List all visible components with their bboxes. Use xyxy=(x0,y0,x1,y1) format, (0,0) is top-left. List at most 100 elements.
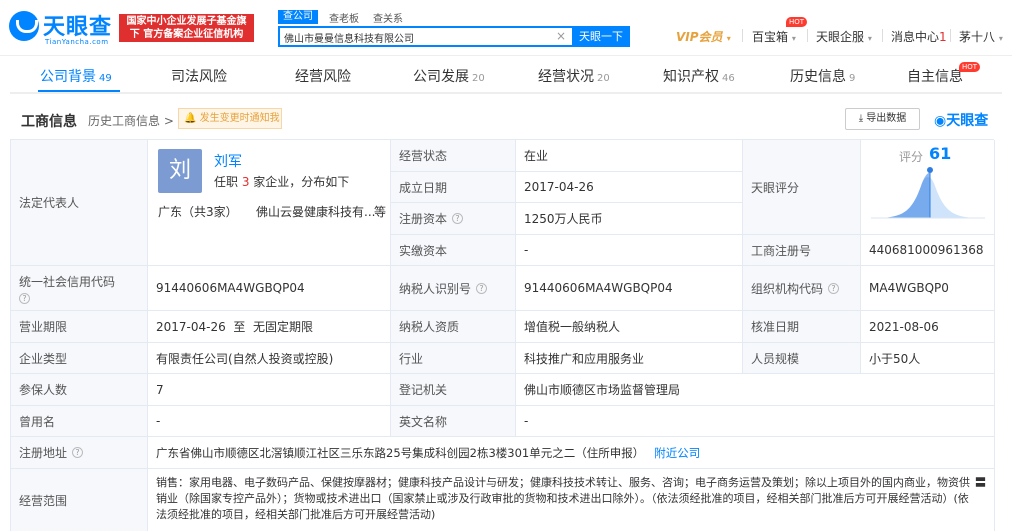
top-header: 天眼查 TianYancha.com 国家中小企业发展子基金旗下 官方备案企业征… xyxy=(0,0,1012,56)
taxpayer-value: 增值税一般纳税人 xyxy=(516,311,743,343)
export-data-button[interactable]: ⤓ 导出数据 xyxy=(845,108,920,130)
nearby-companies-link[interactable]: 附近公司 xyxy=(654,445,700,461)
site-logo[interactable]: 天眼查 TianYancha.com xyxy=(9,9,114,47)
legal-rep-more: 等 xyxy=(374,205,387,219)
paid-capital-value: - xyxy=(516,235,743,266)
founded-value: 2017-04-26 xyxy=(516,172,743,203)
tab-company-development[interactable]: 公司发展 20 xyxy=(413,66,485,86)
avatar[interactable]: 刘 xyxy=(158,149,202,193)
company-type-label: 企业类型 xyxy=(11,343,148,374)
reg-no-label: 工商注册号 xyxy=(743,235,861,266)
former-name-value: - xyxy=(148,406,391,437)
former-name-label: 曾用名 xyxy=(11,406,148,437)
authority-label: 登记机关 xyxy=(391,374,516,406)
collapse-icon[interactable]: 〓 xyxy=(975,475,986,491)
legal-rep-company[interactable]: 佛山云曼健康科技有... xyxy=(256,203,375,220)
help-icon[interactable]: ? xyxy=(72,447,84,458)
address-value: 广东省佛山市顺德区北滘镇顺江社区三乐东路25号集成科创园2栋3楼301单元之二（… xyxy=(148,437,995,469)
history-business-link[interactable]: 历史工商信息 > xyxy=(88,112,174,129)
message-center-link[interactable]: 消息中心1 xyxy=(891,28,947,45)
chevron-down-icon: ▾ xyxy=(867,34,872,43)
tab-operating-risk[interactable]: 经营风险 xyxy=(295,66,351,86)
tab-history-info[interactable]: 历史信息 9 xyxy=(790,66,855,86)
baibao-link[interactable]: 百宝箱 ▾ xyxy=(752,28,796,45)
official-badge: 国家中小企业发展子基金旗下 官方备案企业征信机构 xyxy=(119,14,254,42)
staff-size-label: 人员规模 xyxy=(743,343,861,374)
score-marker-dot xyxy=(927,167,933,173)
logo-subtext: TianYancha.com xyxy=(45,38,109,46)
paid-capital-label: 实缴资本 xyxy=(391,235,516,266)
company-tabs: 公司背景 49 司法风险 经营风险 公司发展 20 经营状况 20 知识产权 46 历史… xyxy=(10,62,1002,94)
hot-badge: HOT xyxy=(786,17,808,27)
tianyan-score-label: 天眼评分 xyxy=(743,140,861,235)
tab-judicial-risk[interactable]: 司法风险 xyxy=(171,66,227,86)
org-code-label: 组织机构代码? xyxy=(743,266,861,311)
tab-company-background[interactable]: 公司背景 49 xyxy=(40,66,112,86)
vip-link[interactable]: VIP会员 ▾ xyxy=(676,28,731,45)
logo-eye-icon: ◉ xyxy=(934,113,947,129)
english-name-value: - xyxy=(516,406,995,437)
search-tab-relation[interactable]: 查关系 xyxy=(373,10,403,25)
taxid-value: 91440606MA4WGBQP04 xyxy=(516,266,743,311)
english-name-label: 英文名称 xyxy=(391,406,516,437)
tab-hot-badge: HOT xyxy=(959,62,981,72)
score-value: 61 xyxy=(929,144,952,163)
help-icon[interactable]: ? xyxy=(452,213,464,224)
enterprise-service-link[interactable]: 天眼企服 ▾ xyxy=(816,28,872,45)
search-button[interactable]: 天眼一下 xyxy=(572,26,630,47)
legal-rep-label: 法定代表人 xyxy=(11,140,148,266)
business-info-table: 法定代表人 刘 刘军 任职 3 家企业，分布如下 广东（共3家） 佛山云曼健康科… xyxy=(10,139,995,531)
help-icon[interactable]: ? xyxy=(19,292,30,304)
chevron-down-icon: ▾ xyxy=(998,34,1003,43)
term-label: 营业期限 xyxy=(11,311,148,343)
legal-rep-name[interactable]: 刘军 xyxy=(214,151,242,171)
capital-value: 1250万人民币 xyxy=(516,203,743,235)
address-text: 广东省佛山市顺德区北滘镇顺江社区三乐东路25号集成科创园2栋3楼301单元之二（… xyxy=(156,445,645,460)
org-code-value: MA4WGBQP0 xyxy=(861,266,995,311)
user-menu[interactable]: 茅十八 ▾ xyxy=(959,28,1003,45)
score-label: 评分 xyxy=(899,150,924,164)
founded-label: 成立日期 xyxy=(391,172,516,203)
message-count: 1 xyxy=(939,30,947,44)
chevron-down-icon: ▾ xyxy=(726,34,731,43)
bell-icon: 🔔 xyxy=(184,113,197,124)
search-tab-company[interactable]: 查公司 xyxy=(278,10,318,24)
status-label: 经营状态 xyxy=(391,140,516,172)
taxid-label: 纳税人识别号? xyxy=(391,266,516,311)
address-label: 注册地址? xyxy=(11,437,148,469)
search-tab-boss[interactable]: 查老板 xyxy=(329,10,359,25)
help-icon[interactable]: ? xyxy=(828,282,840,294)
company-type-value: 有限责任公司(自然人投资或控股) xyxy=(148,343,391,374)
logo-eye-icon xyxy=(9,11,39,41)
taxpayer-label: 纳税人资质 xyxy=(391,311,516,343)
chevron-down-icon: ▾ xyxy=(791,34,796,43)
score-area xyxy=(873,172,930,218)
capital-label: 注册资本? xyxy=(391,203,516,235)
tab-intellectual-property[interactable]: 知识产权 46 xyxy=(663,66,735,86)
tab-self-info[interactable]: 自主信息 xyxy=(907,66,963,86)
search-input[interactable] xyxy=(284,30,554,45)
authority-value: 佛山市顺德区市场监督管理局 xyxy=(516,374,995,406)
reg-no-value: 440681000961368 xyxy=(861,235,995,266)
download-icon: ⤓ xyxy=(858,113,864,124)
legal-rep-summary: 任职 3 家企业，分布如下 xyxy=(214,175,350,189)
approve-date-label: 核准日期 xyxy=(743,311,861,343)
notify-change-button[interactable]: 🔔 发生变更时通知我 xyxy=(178,108,282,129)
credit-code-label: 统一社会信用代码? xyxy=(11,266,148,311)
help-icon[interactable]: ? xyxy=(476,282,488,294)
legal-rep-cell: 刘 刘军 任职 3 家企业，分布如下 广东（共3家） 佛山云曼健康科技有... … xyxy=(148,140,391,266)
clear-icon[interactable]: × xyxy=(556,29,566,43)
credit-code-value: 91440606MA4WGBQP04 xyxy=(148,266,391,311)
term-value: 2017-04-26 至 无固定期限 xyxy=(148,311,391,343)
tab-business-status[interactable]: 经营状况 20 xyxy=(538,66,610,86)
staff-size-value: 小于50人 xyxy=(861,343,995,374)
brand-watermark: ◉天眼查 xyxy=(934,113,989,129)
legal-rep-region[interactable]: 广东（共3家） xyxy=(158,203,238,220)
scope-label: 经营范围 xyxy=(11,469,148,531)
insured-value: 7 xyxy=(148,374,391,406)
score-distribution-chart xyxy=(871,167,985,219)
approve-date-value: 2021-08-06 xyxy=(861,311,995,343)
section-title: 工商信息 xyxy=(21,114,77,130)
insured-label: 参保人数 xyxy=(11,374,148,406)
score-chart[interactable]: 评分 61 xyxy=(861,140,995,235)
